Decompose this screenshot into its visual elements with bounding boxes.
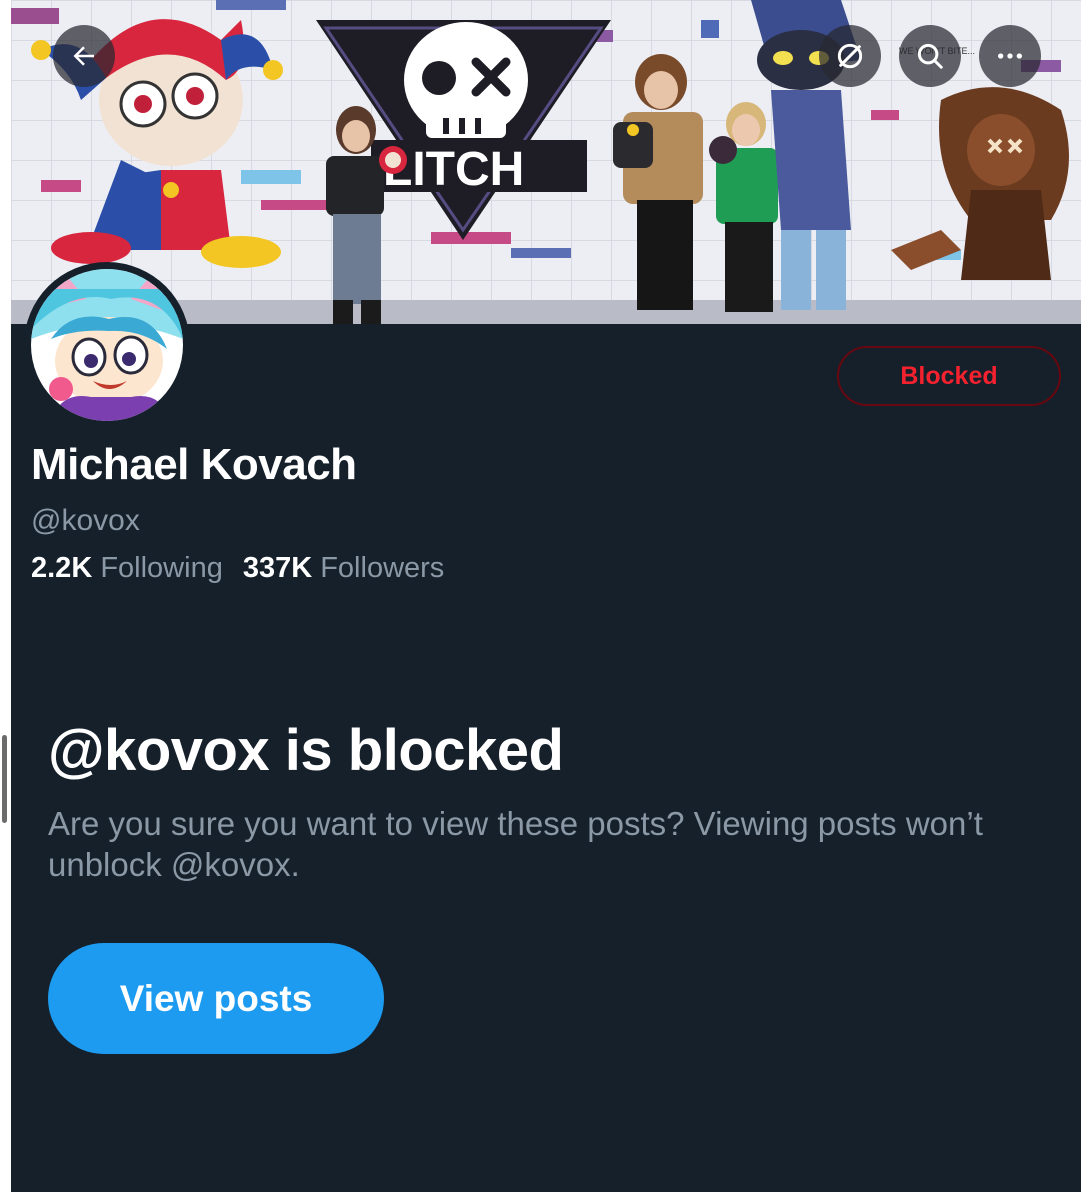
left-edge-strip [0, 0, 11, 1192]
arrow-left-icon [73, 46, 94, 66]
blocked-notice-title: @kovox is blocked [48, 718, 564, 783]
followers-count: 337K [242, 552, 313, 584]
more-options-button[interactable] [979, 25, 1041, 87]
user-handle: @kovox [31, 504, 140, 537]
followers-link[interactable]: 337K Followers [243, 552, 444, 584]
profile-page: LITCH BITE... Blocked Michael Kovach @ko… [0, 0, 1081, 1192]
following-label: Following [100, 552, 223, 584]
unmute-icon [837, 43, 863, 69]
following-count: 2.2K [31, 552, 93, 584]
back-button[interactable] [53, 25, 115, 87]
view-posts-button[interactable]: View posts [48, 943, 384, 1054]
display-name: Michael Kovach [31, 440, 357, 489]
more-horizontal-icon [998, 53, 1022, 59]
profile-avatar[interactable] [24, 262, 190, 428]
following-link[interactable]: 2.2K Following [31, 552, 223, 584]
unmute-button[interactable] [819, 25, 881, 87]
blocked-button[interactable]: Blocked [837, 346, 1061, 406]
blocked-notice-description: Are you sure you want to view these post… [48, 805, 983, 883]
search-icon [917, 43, 943, 69]
search-button[interactable] [899, 25, 961, 87]
avatar-image [31, 269, 183, 421]
scroll-indicator[interactable] [2, 735, 7, 823]
banner-sign-text: LITCH [383, 143, 524, 196]
followers-label: Followers [320, 552, 445, 584]
profile-stats: 2.2K Following 337K Followers [31, 552, 444, 585]
